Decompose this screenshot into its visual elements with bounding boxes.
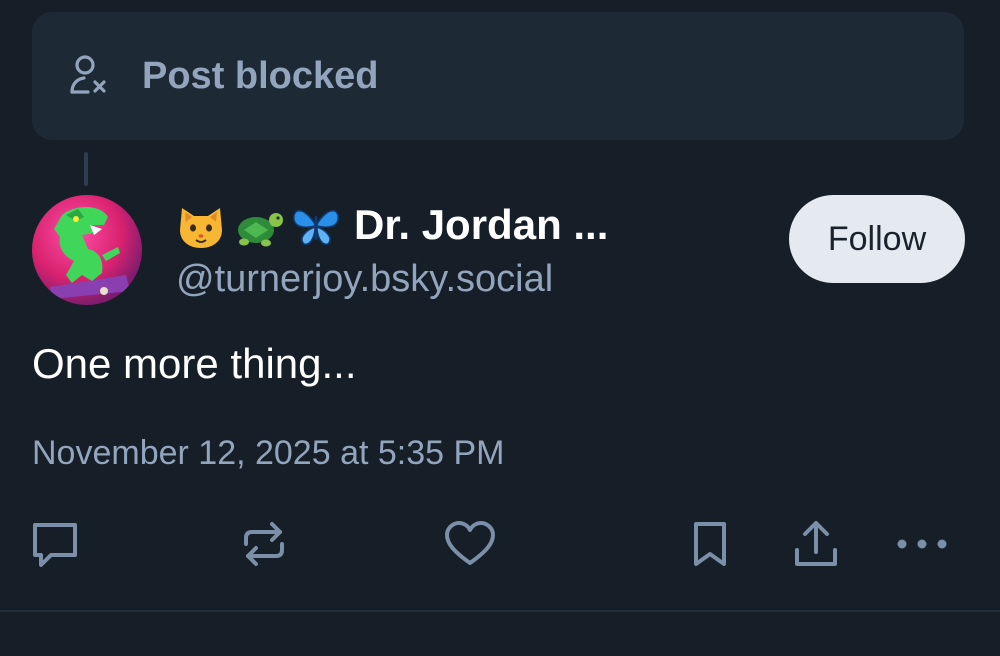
divider — [0, 610, 1000, 612]
like-button[interactable] — [442, 516, 498, 572]
share-button[interactable] — [788, 516, 844, 572]
post-thread-view: Post blocked Dr. Jordan ... @turnerjoy.b… — [0, 0, 1000, 656]
blocked-label: Post blocked — [142, 54, 379, 97]
thread-connector-line — [84, 152, 88, 186]
cat-face-emoji-icon — [180, 208, 222, 248]
post-text: One more thing... — [32, 340, 357, 387]
author-display-name[interactable]: Dr. Jordan ... — [354, 201, 608, 249]
repost-arrows-icon — [244, 522, 284, 566]
post-author[interactable]: Dr. Jordan ... @turnerjoy.bsky.social — [176, 198, 608, 301]
bookmark-icon — [694, 522, 726, 566]
reply-button[interactable] — [27, 516, 83, 572]
butterfly-emoji-icon — [293, 209, 339, 246]
speech-bubble-icon — [33, 523, 77, 567]
more-options-button[interactable] — [894, 516, 950, 572]
blocked-post-card[interactable]: Post blocked — [32, 12, 964, 140]
heart-icon — [445, 521, 495, 565]
share-icon — [795, 521, 837, 566]
bookmark-button[interactable] — [682, 516, 738, 572]
author-emoji-group — [176, 200, 342, 250]
author-handle[interactable]: @turnerjoy.bsky.social — [176, 258, 608, 301]
repost-button[interactable] — [236, 516, 292, 572]
ellipsis-icon — [897, 539, 947, 549]
follow-button[interactable]: Follow — [789, 195, 965, 283]
turtle-emoji-icon — [238, 213, 283, 247]
post-timestamp: November 12, 2025 at 5:35 PM — [32, 434, 505, 472]
person-x-icon — [68, 54, 108, 98]
avatar[interactable] — [32, 195, 142, 305]
